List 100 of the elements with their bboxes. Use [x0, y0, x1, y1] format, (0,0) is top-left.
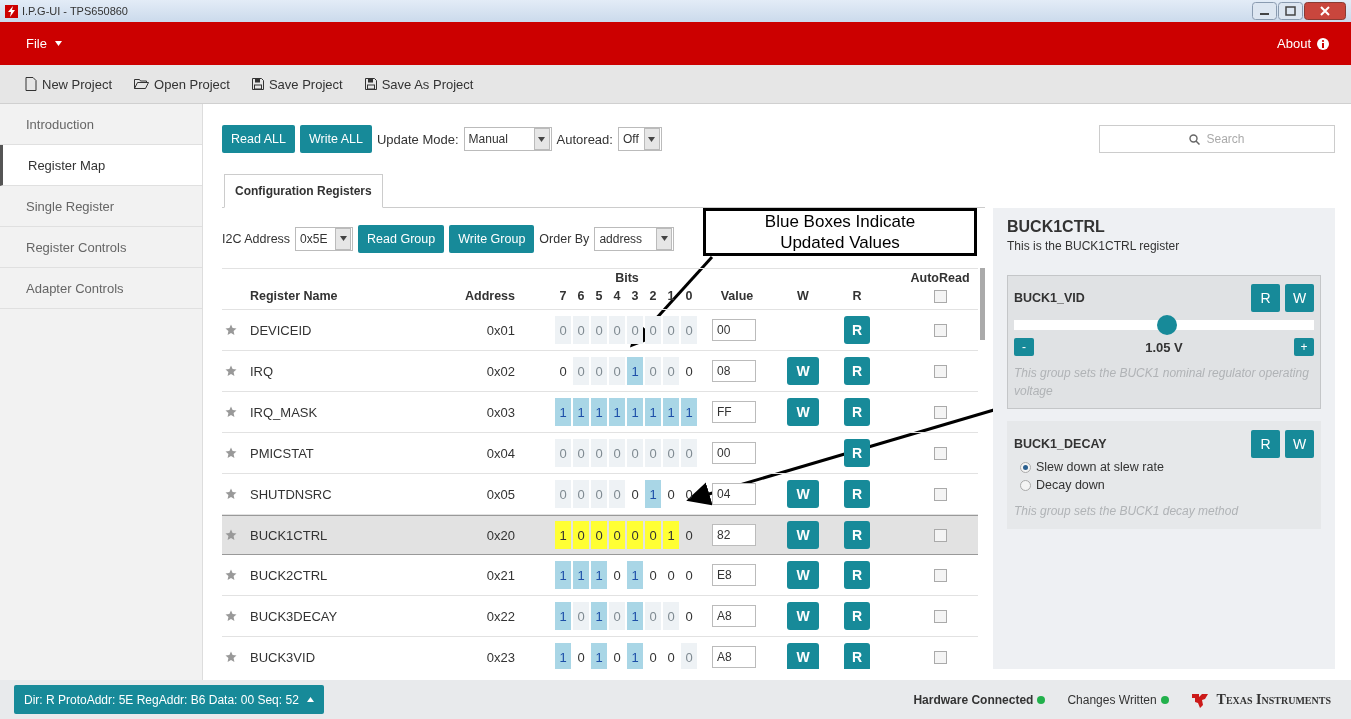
star-icon[interactable]: [225, 529, 237, 541]
read-button[interactable]: R: [844, 398, 870, 426]
value-field[interactable]: 82: [712, 524, 756, 546]
value-field[interactable]: 04: [712, 483, 756, 505]
checkbox[interactable]: [933, 289, 947, 303]
register-row[interactable]: IRQ_MASK 0x03 1 1 1 1 1 1 1 1 FF W R: [222, 392, 978, 433]
write-all-button[interactable]: Write ALL: [299, 125, 372, 153]
value-field[interactable]: A8: [712, 646, 756, 668]
checkbox[interactable]: [933, 364, 947, 378]
value-field[interactable]: A8: [712, 605, 756, 627]
caret-up-icon[interactable]: [306, 697, 314, 702]
scrollbar-thumb[interactable]: [980, 268, 985, 340]
bit-cell[interactable]: 0: [555, 357, 571, 385]
register-row[interactable]: DEVICEID 0x01 0 0 0 0 0 0 0 0 00 R: [222, 310, 978, 351]
bit-cell[interactable]: 0: [573, 316, 589, 344]
document-icon[interactable]: [25, 77, 37, 91]
write-button[interactable]: W: [1285, 430, 1314, 458]
dropdown[interactable]: address: [594, 226, 675, 251]
sidebar-item[interactable]: Adapter Controls: [0, 268, 202, 309]
bit-cell[interactable]: 0: [609, 439, 625, 467]
bit-cell[interactable]: 0: [681, 602, 697, 630]
about-menu[interactable]: About: [1277, 36, 1329, 51]
bit-cell[interactable]: 1: [591, 643, 607, 669]
bit-cell[interactable]: 1: [663, 521, 679, 549]
bit-cell[interactable]: 0: [681, 521, 697, 549]
read-button[interactable]: R: [844, 480, 870, 508]
bit-cell[interactable]: 0: [681, 316, 697, 344]
bit-cell[interactable]: 1: [645, 398, 661, 426]
bit-cell[interactable]: 0: [663, 357, 679, 385]
bit-cell[interactable]: 0: [663, 561, 679, 589]
register-row[interactable]: BUCK1CTRL 0x20 1 0 0 0 0 0 1 0 82 W R: [222, 515, 978, 555]
read-button[interactable]: R: [844, 439, 870, 467]
bit-cell[interactable]: 0: [573, 357, 589, 385]
star-icon[interactable]: [225, 610, 237, 622]
checkbox[interactable]: [933, 650, 947, 664]
write-button[interactable]: W: [787, 398, 819, 426]
sidebar-item[interactable]: Single Register: [0, 186, 202, 227]
checkbox[interactable]: [933, 568, 947, 582]
bit-cell[interactable]: 1: [555, 398, 571, 426]
minimize-icon[interactable]: [1252, 2, 1277, 20]
value-field[interactable]: 00: [712, 442, 756, 464]
bit-cell[interactable]: 0: [681, 643, 697, 669]
bit-cell[interactable]: 0: [645, 316, 661, 344]
checkbox[interactable]: [933, 446, 947, 460]
bit-cell[interactable]: 0: [555, 316, 571, 344]
bit-cell[interactable]: 0: [591, 480, 607, 508]
register-row[interactable]: IRQ 0x02 0 0 0 0 1 0 0 0 08 W R: [222, 351, 978, 392]
bit-cell[interactable]: 1: [591, 561, 607, 589]
write-button[interactable]: W: [787, 602, 819, 630]
write-button[interactable]: W: [1285, 284, 1314, 312]
read-button[interactable]: R: [844, 602, 870, 630]
bit-cell[interactable]: 1: [663, 398, 679, 426]
read-all-button[interactable]: Read ALL: [222, 125, 295, 153]
sidebar-item[interactable]: Register Controls: [0, 227, 202, 268]
star-icon[interactable]: [225, 651, 237, 663]
bit-cell[interactable]: 0: [663, 643, 679, 669]
read-button[interactable]: R: [844, 316, 870, 344]
folder-icon[interactable]: [134, 78, 150, 90]
bit-cell[interactable]: 0: [663, 316, 679, 344]
minus-button[interactable]: -: [1014, 338, 1034, 356]
bit-cell[interactable]: 0: [663, 439, 679, 467]
value-field[interactable]: E8: [712, 564, 756, 586]
bit-cell[interactable]: 1: [627, 561, 643, 589]
read-button[interactable]: R: [1251, 284, 1280, 312]
star-icon[interactable]: [225, 406, 237, 418]
bit-cell[interactable]: 1: [627, 643, 643, 669]
checkbox[interactable]: [933, 323, 947, 337]
bit-cell[interactable]: 0: [645, 521, 661, 549]
bit-cell[interactable]: 0: [681, 357, 697, 385]
bit-cell[interactable]: 0: [645, 602, 661, 630]
bit-cell[interactable]: 0: [645, 439, 661, 467]
bit-cell[interactable]: 0: [573, 521, 589, 549]
bit-cell[interactable]: 1: [555, 602, 571, 630]
bit-cell[interactable]: 1: [573, 561, 589, 589]
write-group-button[interactable]: Write Group: [449, 224, 535, 253]
dropdown[interactable]: Off: [617, 127, 662, 151]
bit-cell[interactable]: 1: [627, 398, 643, 426]
bit-cell[interactable]: 0: [573, 439, 589, 467]
bit-cell[interactable]: 1: [555, 561, 571, 589]
toolbar-button[interactable]: Save As Project: [381, 76, 474, 92]
bit-cell[interactable]: 0: [609, 521, 625, 549]
bit-cell[interactable]: 1: [645, 480, 661, 508]
bit-cell[interactable]: 0: [591, 357, 607, 385]
radio-button[interactable]: [1020, 461, 1031, 473]
bit-cell[interactable]: 0: [609, 480, 625, 508]
bit-cell[interactable]: 1: [555, 521, 571, 549]
toolbar-button[interactable]: New Project: [42, 76, 113, 92]
info-icon[interactable]: [1317, 37, 1329, 50]
value-field[interactable]: FF: [712, 401, 756, 423]
bit-cell[interactable]: 0: [681, 480, 697, 508]
register-row[interactable]: BUCK2CTRL 0x21 1 1 1 0 1 0 0 0 E8 W R: [222, 555, 978, 596]
write-button[interactable]: W: [787, 521, 819, 549]
sidebar-item[interactable]: Register Map: [0, 145, 202, 186]
bit-cell[interactable]: 0: [609, 316, 625, 344]
bit-cell[interactable]: 0: [591, 439, 607, 467]
bit-cell[interactable]: 1: [627, 357, 643, 385]
tab[interactable]: Configuration Registers: [224, 174, 383, 208]
register-row[interactable]: BUCK3DECAY 0x22 1 0 1 0 1 0 0 0 A8 W R: [222, 596, 978, 637]
register-row[interactable]: PMICSTAT 0x04 0 0 0 0 0 0 0 0 00 R: [222, 433, 978, 474]
bit-cell[interactable]: 1: [627, 602, 643, 630]
